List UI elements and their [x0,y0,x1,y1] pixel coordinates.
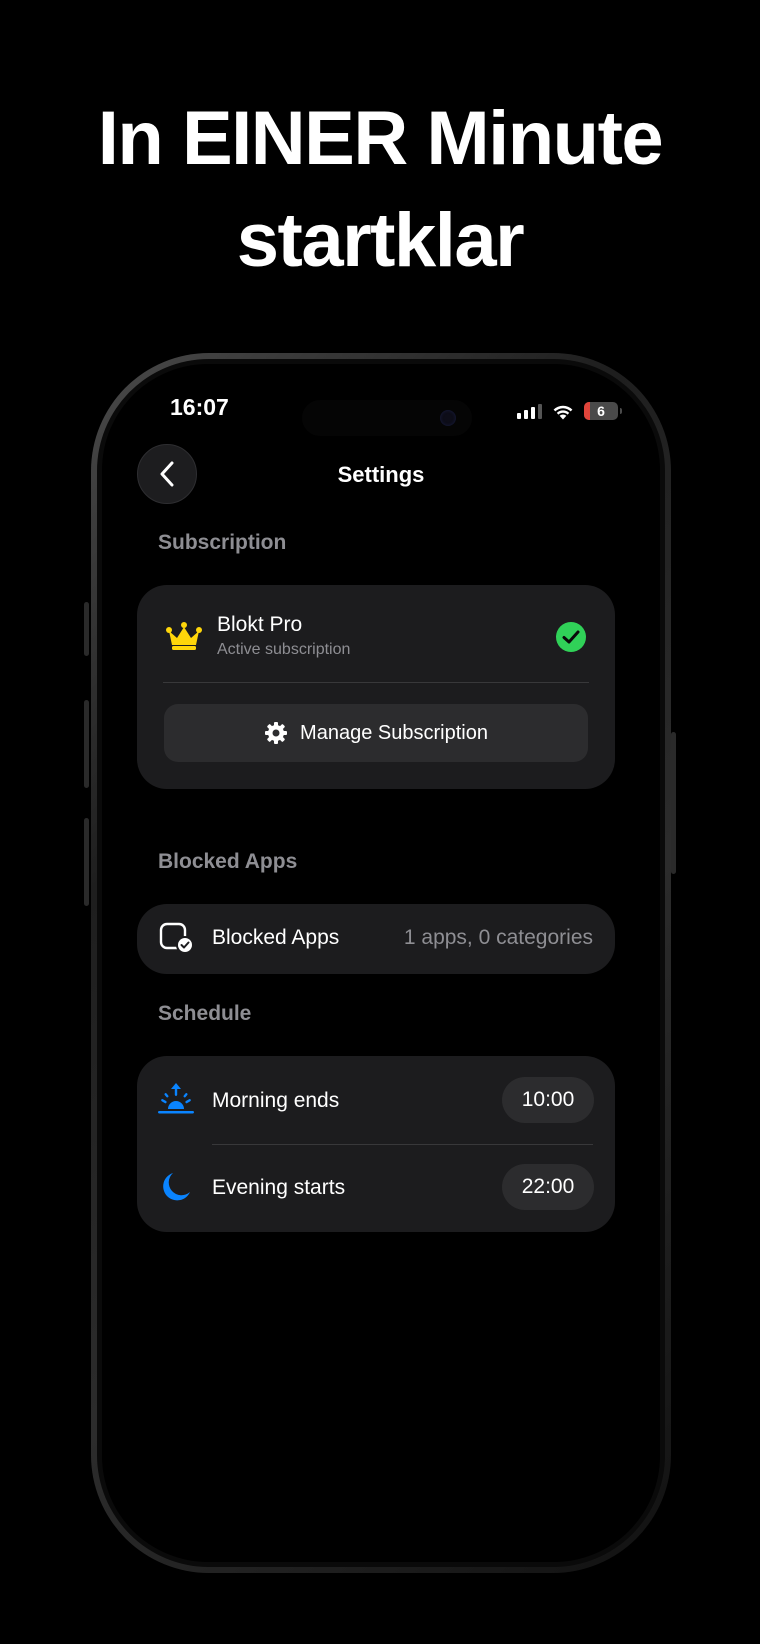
manage-subscription-button[interactable]: Manage Subscription [164,704,588,762]
checkmark-circle-icon [555,621,587,653]
battery-icon: 6 [584,402,622,420]
evening-starts-time[interactable]: 22:00 [502,1164,594,1210]
status-time: 16:07 [170,394,229,420]
cellular-signal-icon [517,403,542,419]
headline-line-1: In EINER Minute [97,96,664,181]
volume-up-button [84,700,89,788]
schedule-divider [212,1144,593,1145]
subscription-section-label: Subscription [158,531,287,554]
marketing-headline: In EINER Minute startklar [0,88,760,292]
sunrise-icon [157,1083,195,1117]
morning-ends-label: Morning ends [212,1089,340,1112]
phone-screen: 16:07 6 Settings Subscription Blokt Pro … [102,364,660,1562]
status-icons: 6 [517,402,622,420]
blocked-apps-label: Blocked Apps [212,926,340,949]
app-blocked-icon [159,921,195,955]
manage-subscription-label: Manage Subscription [300,721,488,744]
power-button [671,732,676,874]
blocked-apps-section-label: Blocked Apps [158,850,298,873]
headline-line-2: startklar [236,198,525,283]
battery-level: 6 [597,403,605,419]
crown-icon [165,621,203,651]
evening-starts-label: Evening starts [212,1176,346,1199]
page-title: Settings [337,462,425,487]
subscription-card: Blokt Pro Active subscription Manage Sub… [137,585,615,789]
morning-ends-time[interactable]: 10:00 [502,1077,594,1123]
blocked-apps-count: 1 apps, 0 categories [403,926,593,949]
plan-status: Active subscription [217,641,351,658]
schedule-card: Morning ends 10:00 Evening starts 22:00 [137,1056,615,1232]
action-button [84,602,89,656]
plan-name: Blokt Pro [217,613,303,636]
subscription-divider [163,682,589,683]
phone-frame: 16:07 6 Settings Subscription Blokt Pro … [91,353,671,1573]
blocked-apps-row[interactable]: Blocked Apps 1 apps, 0 categories [137,904,615,974]
wifi-icon [553,405,573,419]
moon-icon [159,1170,193,1204]
front-camera [440,410,456,426]
gear-icon [265,722,288,744]
schedule-section-label: Schedule [158,1002,252,1025]
volume-down-button [84,818,89,906]
